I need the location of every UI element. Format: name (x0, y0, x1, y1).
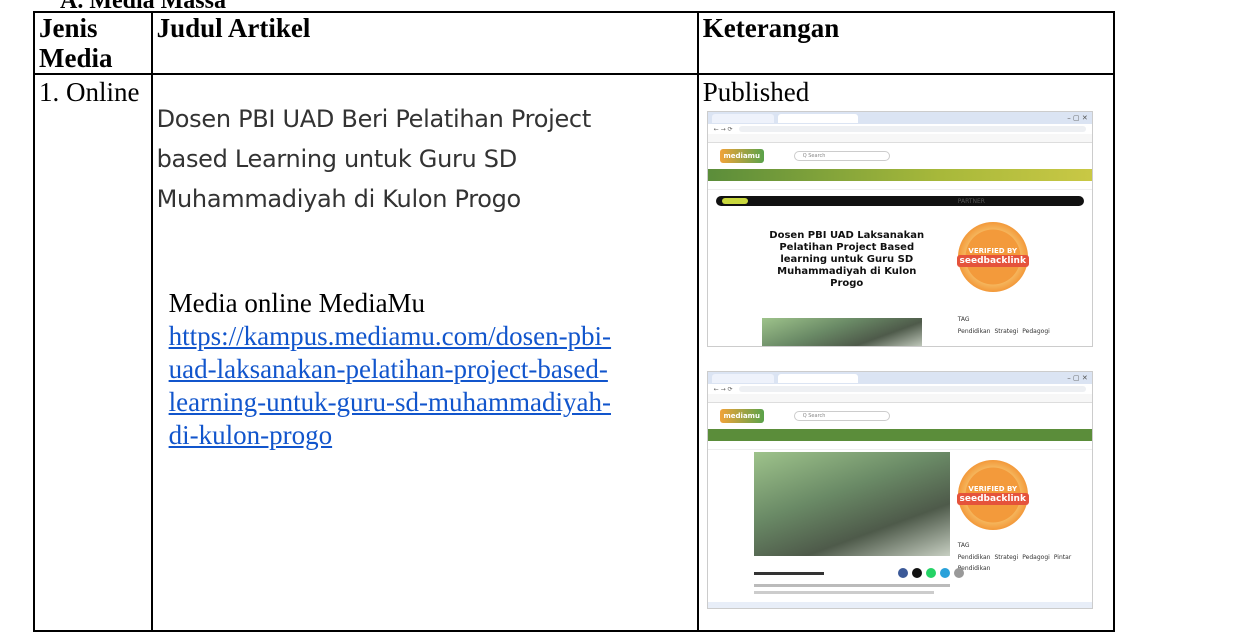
whatsapp-icon (925, 568, 936, 578)
header-keterangan: Keterangan (696, 11, 1116, 75)
address-bar (738, 126, 1086, 132)
article-photo (753, 452, 950, 556)
table-row: 1. Online Dosen PBI UAD Beri Pelatihan P… (33, 73, 1116, 632)
progress-bar (753, 572, 824, 575)
screenshot-top: – ▢ ✕ ← → ⟳ mediamu Q Search PARTNER Dos… (706, 111, 1093, 347)
more-icon (953, 568, 964, 578)
article-link[interactable]: https://kampus.mediamu.com/dosen-pbi- ua… (169, 320, 693, 452)
article-cell: Dosen PBI UAD Beri Pelatihan Project bas… (150, 73, 699, 632)
site-search: Q Search (793, 411, 890, 421)
telegram-icon (939, 568, 950, 578)
facebook-icon (897, 568, 908, 578)
screenshot-article-title: Dosen PBI UAD Laksanakan Pelatihan Proje… (769, 230, 925, 289)
media-name: Media online MediaMu (168, 288, 426, 318)
header-row: Jenis Media Judul Artikel Keterangan (33, 11, 1116, 75)
seedbacklink-badge: VERIFIED BY seedbacklink (956, 460, 1029, 530)
article-photo (761, 318, 922, 346)
seedbacklink-badge: VERIFIED BY seedbacklink (956, 222, 1029, 292)
tag-label: TAG (957, 542, 970, 549)
header-judul-artikel: Judul Artikel (150, 11, 699, 75)
jenis-cell: 1. Online (33, 73, 153, 632)
window-controls-icon: – ▢ ✕ (1067, 114, 1088, 122)
taskbar (707, 602, 1092, 608)
article-title: Dosen PBI UAD Beri Pelatihan Project bas… (156, 105, 592, 213)
site-search: Q Search (793, 151, 890, 161)
tag-label: TAG (957, 316, 970, 323)
site-logo: mediamu (719, 149, 764, 163)
x-icon (911, 568, 922, 578)
keterangan-cell: Published – ▢ ✕ ← → ⟳ mediamu Q Search P… (696, 73, 1116, 632)
tag-list: Pendidikan Strategi Pedagogi (957, 328, 1050, 335)
site-logo: mediamu (719, 409, 764, 423)
breaking-bar (715, 196, 1084, 206)
site-nav (707, 169, 1092, 181)
media-table: Jenis Media Judul Artikel Keterangan 1. … (33, 11, 1116, 632)
tag-list: Pendidikan Strategi Pedagogi Pintar Pendidik… (957, 554, 1072, 572)
share-icons (897, 568, 964, 578)
window-controls-icon: – ▢ ✕ (1067, 374, 1088, 382)
partner-label: PARTNER (957, 198, 985, 205)
status-label: Published (702, 77, 810, 107)
screenshot-bottom: – ▢ ✕ ← → ⟳ mediamu Q Search VERIFIED BY… (706, 371, 1093, 609)
header-jenis-media: Jenis Media (33, 11, 153, 75)
site-nav (707, 429, 1092, 441)
